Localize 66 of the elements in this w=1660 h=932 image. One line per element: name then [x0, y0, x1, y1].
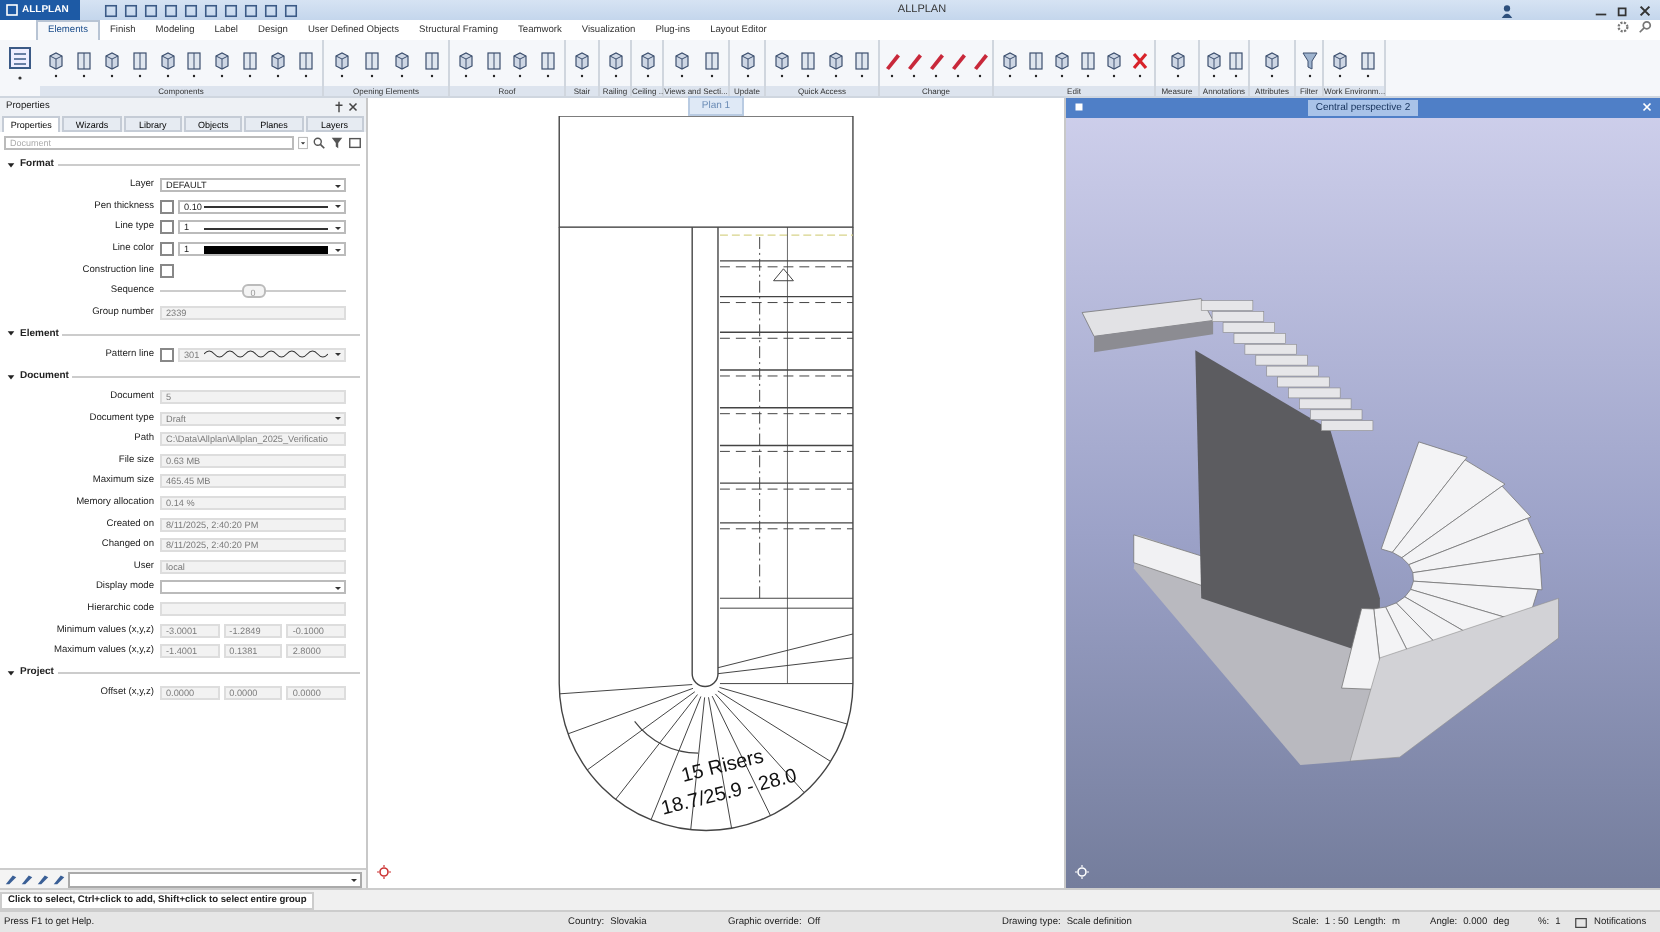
box-icon[interactable] — [455, 47, 476, 79]
box-icon[interactable] — [157, 47, 177, 79]
list-icon[interactable] — [8, 44, 32, 84]
box-icon[interactable] — [45, 47, 66, 79]
view-menu-icon[interactable] — [1072, 100, 1086, 115]
box-icon[interactable] — [1262, 47, 1282, 79]
box-icon[interactable] — [510, 47, 531, 79]
close-icon[interactable] — [346, 99, 360, 113]
box-icon[interactable] — [331, 47, 351, 79]
box-icon[interactable] — [268, 47, 289, 79]
caret-icon — [332, 412, 344, 425]
panel-icon[interactable] — [483, 47, 504, 79]
caret-icon — [332, 581, 344, 594]
box-icon[interactable] — [1167, 47, 1187, 79]
caret-icon — [332, 348, 344, 361]
dropdown-arrow-icon[interactable] — [298, 135, 308, 149]
box-icon[interactable] — [1103, 47, 1123, 79]
panel-icon[interactable] — [1225, 47, 1245, 79]
search-icon[interactable] — [1638, 20, 1652, 34]
collapse-arrow-icon[interactable] — [6, 159, 16, 170]
checkbox[interactable] — [160, 263, 174, 278]
box-icon[interactable] — [825, 47, 846, 79]
checkbox[interactable] — [160, 242, 174, 257]
box-icon[interactable] — [637, 47, 657, 79]
search-icon[interactable] — [312, 135, 326, 149]
box-icon[interactable] — [572, 47, 592, 79]
panel-icon[interactable] — [701, 47, 721, 79]
user-icon[interactable] — [1500, 3, 1514, 17]
filter-icon[interactable] — [1299, 47, 1319, 79]
combo-field[interactable] — [68, 871, 362, 887]
box-icon[interactable] — [605, 47, 625, 79]
delete-icon[interactable] — [1129, 47, 1149, 79]
close-icon[interactable] — [1638, 3, 1652, 17]
box-icon[interactable] — [101, 47, 122, 79]
collapse-arrow-icon[interactable] — [6, 667, 16, 678]
box-icon[interactable] — [671, 47, 691, 79]
settings-icon[interactable] — [1616, 20, 1630, 34]
panel-icon[interactable] — [852, 47, 873, 79]
box-icon[interactable] — [1203, 47, 1223, 79]
restore-icon[interactable] — [1616, 3, 1630, 17]
pin-icon[interactable] — [332, 99, 346, 113]
box-icon[interactable] — [1051, 47, 1071, 79]
notification-icon[interactable] — [1574, 915, 1588, 929]
panel-icon[interactable] — [73, 47, 94, 79]
box-icon[interactable] — [737, 47, 757, 79]
panel-icon[interactable] — [1077, 47, 1097, 79]
collapse-arrow-icon[interactable] — [6, 371, 16, 381]
dropdown-field[interactable] — [160, 580, 346, 595]
panel-icon[interactable] — [129, 47, 150, 79]
panel-icon[interactable] — [1025, 47, 1045, 79]
panel-icon[interactable] — [184, 47, 205, 79]
panel-icon[interactable] — [538, 47, 559, 79]
box-icon[interactable] — [212, 47, 233, 79]
box-icon[interactable] — [771, 47, 792, 79]
panel-icon[interactable] — [240, 47, 261, 79]
box-icon[interactable] — [391, 47, 411, 79]
box-icon[interactable] — [999, 47, 1019, 79]
checkbox[interactable] — [160, 220, 174, 235]
panel-icon[interactable] — [798, 47, 819, 79]
panel-icon[interactable] — [361, 47, 381, 79]
panel-icon[interactable] — [295, 47, 316, 79]
checkbox[interactable] — [160, 199, 174, 214]
box-icon[interactable] — [1330, 47, 1350, 79]
panel-icon[interactable] — [421, 47, 441, 79]
collapse-arrow-icon[interactable] — [6, 328, 16, 339]
panel-icon[interactable] — [1358, 47, 1378, 79]
